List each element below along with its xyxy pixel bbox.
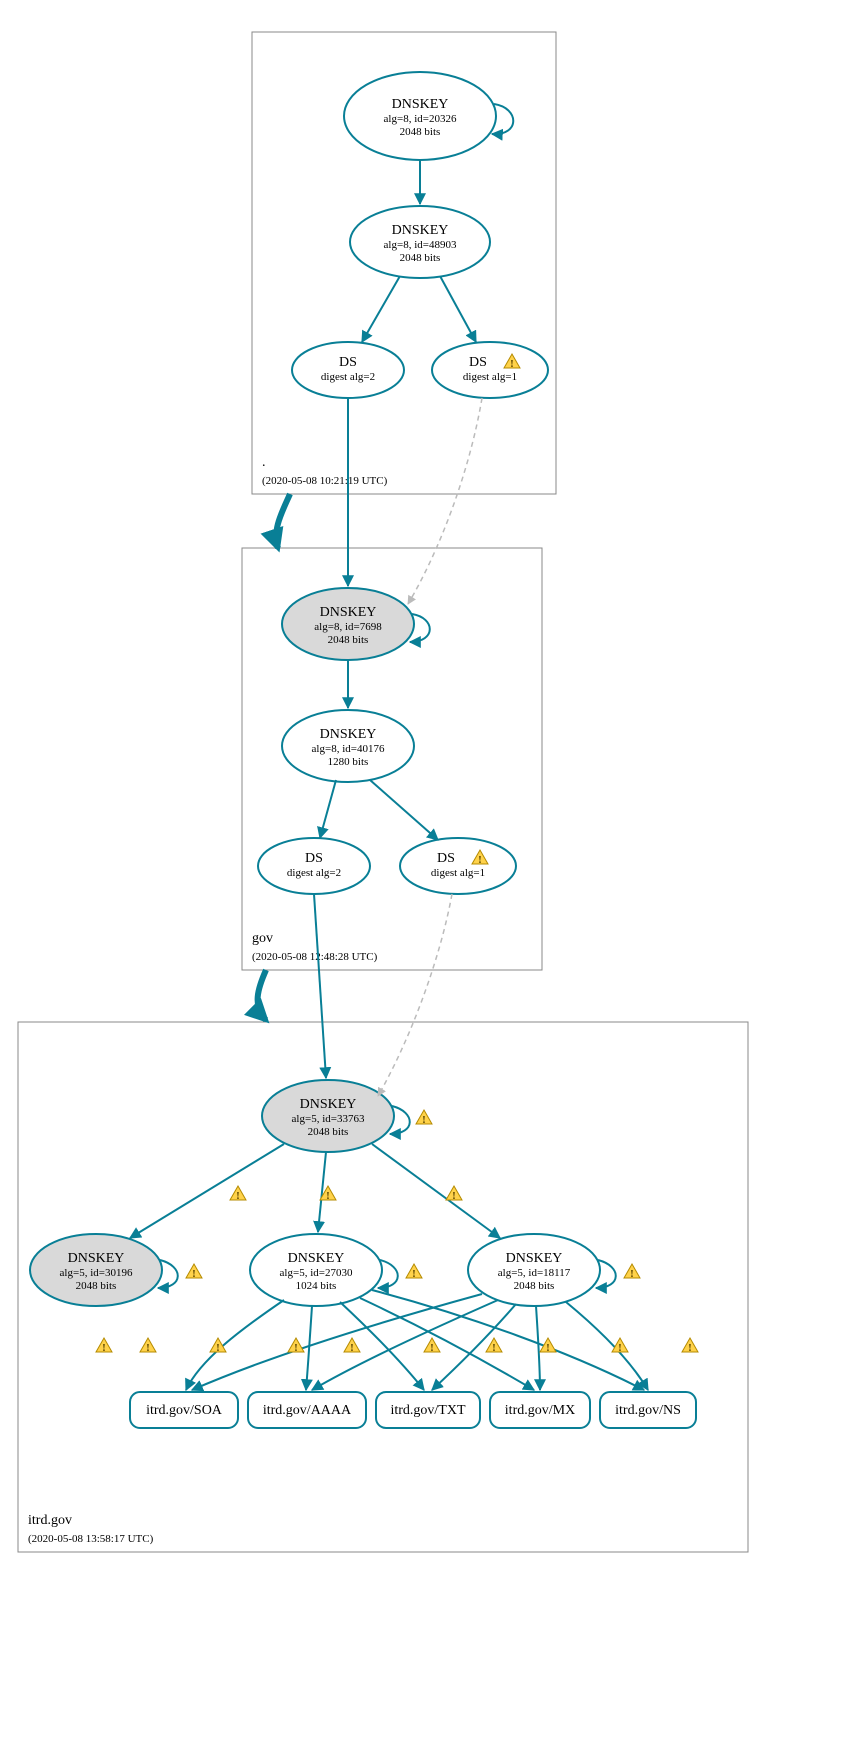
warning-icon — [344, 1338, 360, 1354]
edge-govzsk-ds2 — [320, 780, 336, 838]
zone-root-label: . — [262, 455, 266, 470]
svg-text:itrd.gov/AAAA: itrd.gov/AAAA — [263, 1403, 352, 1418]
node-gov-ksk: DNSKEY alg=8, id=7698 2048 bits — [282, 588, 414, 660]
svg-text:DNSKEY: DNSKEY — [506, 1251, 563, 1266]
svg-text:DS: DS — [469, 355, 487, 370]
svg-text:DNSKEY: DNSKEY — [320, 727, 377, 742]
edge-ksk-k1 — [130, 1144, 284, 1238]
edge-govzsk-ds1 — [370, 780, 438, 840]
edge-k3-ns — [566, 1302, 648, 1390]
zone-itrd-ts: (2020-05-08 13:58:17 UTC) — [28, 1533, 154, 1545]
svg-text:2048 bits: 2048 bits — [76, 1280, 117, 1292]
deleg-root-gov — [276, 494, 290, 548]
svg-text:itrd.gov/TXT: itrd.gov/TXT — [390, 1403, 465, 1418]
edge-govds1-itrdksk-dashed — [378, 894, 452, 1096]
svg-text:2048 bits: 2048 bits — [308, 1126, 349, 1138]
warning-icon — [682, 1338, 698, 1354]
svg-text:DNSKEY: DNSKEY — [68, 1251, 125, 1266]
svg-text:DS: DS — [437, 851, 455, 866]
node-itrd-k1: DNSKEY alg=5, id=30196 2048 bits — [30, 1234, 162, 1306]
svg-text:itrd.gov/SOA: itrd.gov/SOA — [146, 1403, 223, 1418]
edge-ksk-k3 — [372, 1144, 500, 1238]
svg-text:1280 bits: 1280 bits — [328, 756, 369, 768]
svg-text:2048 bits: 2048 bits — [328, 634, 369, 646]
zone-gov-ts: (2020-05-08 12:48:28 UTC) — [252, 951, 378, 963]
svg-text:digest alg=2: digest alg=2 — [321, 371, 375, 383]
svg-text:alg=5, id=30196: alg=5, id=30196 — [60, 1267, 133, 1279]
svg-text:DNSKEY: DNSKEY — [300, 1097, 357, 1112]
svg-text:2048 bits: 2048 bits — [400, 126, 441, 138]
svg-text:DNSKEY: DNSKEY — [392, 97, 449, 112]
warning-icon — [230, 1186, 246, 1202]
deleg-gov-itrd — [258, 970, 266, 1020]
svg-text:alg=5, id=18117: alg=5, id=18117 — [498, 1267, 571, 1279]
node-rr-aaaa: itrd.gov/AAAA — [248, 1392, 366, 1428]
warning-icon — [288, 1338, 304, 1354]
node-rr-soa: itrd.gov/SOA — [130, 1392, 238, 1428]
svg-text:alg=8, id=48903: alg=8, id=48903 — [384, 239, 457, 251]
node-root-ksk: DNSKEY alg=8, id=20326 2048 bits — [344, 72, 496, 160]
svg-text:DS: DS — [339, 355, 357, 370]
zone-root-ts: (2020-05-08 10:21:19 UTC) — [262, 475, 388, 487]
edge-rootzsk-ds1 — [440, 276, 476, 342]
svg-text:alg=8, id=7698: alg=8, id=7698 — [314, 621, 382, 633]
edge-govds2-itrdksk — [314, 894, 326, 1078]
node-gov-ds1: DS digest alg=1 — [400, 838, 516, 894]
zone-gov-label: gov — [252, 931, 273, 946]
svg-text:itrd.gov/MX: itrd.gov/MX — [505, 1403, 575, 1418]
node-rr-ns: itrd.gov/NS — [600, 1392, 696, 1428]
svg-text:digest alg=1: digest alg=1 — [431, 867, 485, 879]
node-root-ds1: DS digest alg=1 — [432, 342, 548, 398]
svg-text:itrd.gov/NS: itrd.gov/NS — [615, 1403, 681, 1418]
edge-k3-aaaa — [312, 1300, 498, 1390]
node-rr-mx: itrd.gov/MX — [490, 1392, 590, 1428]
svg-text:alg=8, id=20326: alg=8, id=20326 — [384, 113, 457, 125]
warning-icon — [140, 1338, 156, 1354]
node-root-zsk: DNSKEY alg=8, id=48903 2048 bits — [350, 206, 490, 278]
warning-icon — [446, 1186, 462, 1202]
warning-icon — [486, 1338, 502, 1354]
edge-k3-txt — [432, 1304, 516, 1390]
svg-text:DNSKEY: DNSKEY — [288, 1251, 345, 1266]
node-root-ds2: DS digest alg=2 — [292, 342, 404, 398]
node-rr-txt: itrd.gov/TXT — [376, 1392, 480, 1428]
node-itrd-k2: DNSKEY alg=5, id=27030 1024 bits — [250, 1234, 382, 1306]
dnssec-graph: ! . (2020-05-08 10:21:19 UTC) DNSKEY alg… — [0, 0, 856, 1762]
svg-text:alg=5, id=33763: alg=5, id=33763 — [292, 1113, 365, 1125]
edge-k2-soa — [186, 1300, 284, 1390]
edge-k2-aaaa — [306, 1306, 312, 1390]
edge-rootzsk-ds2 — [362, 276, 400, 342]
node-gov-zsk: DNSKEY alg=8, id=40176 1280 bits — [282, 710, 414, 782]
warning-icon — [624, 1264, 640, 1280]
svg-text:1024 bits: 1024 bits — [296, 1280, 337, 1292]
svg-text:DNSKEY: DNSKEY — [320, 605, 377, 620]
warning-icon — [186, 1264, 202, 1280]
node-gov-ds2: DS digest alg=2 — [258, 838, 370, 894]
svg-text:2048 bits: 2048 bits — [514, 1280, 555, 1292]
node-itrd-k3: DNSKEY alg=5, id=18117 2048 bits — [468, 1234, 600, 1306]
svg-text:DS: DS — [305, 851, 323, 866]
edge-ds1-govksk-dashed — [408, 398, 482, 604]
node-itrd-ksk: DNSKEY alg=5, id=33763 2048 bits — [262, 1080, 394, 1152]
warning-icon — [416, 1110, 432, 1126]
svg-text:2048 bits: 2048 bits — [400, 252, 441, 264]
warning-icon — [96, 1338, 112, 1354]
warning-icon — [406, 1264, 422, 1280]
svg-text:alg=8, id=40176: alg=8, id=40176 — [312, 743, 385, 755]
svg-text:digest alg=2: digest alg=2 — [287, 867, 341, 879]
edge-k3-mx — [536, 1306, 540, 1390]
zone-itrd-label: itrd.gov — [28, 1513, 72, 1528]
svg-text:DNSKEY: DNSKEY — [392, 223, 449, 238]
warning-icon — [424, 1338, 440, 1354]
svg-text:digest alg=1: digest alg=1 — [463, 371, 517, 383]
svg-text:alg=5, id=27030: alg=5, id=27030 — [280, 1267, 353, 1279]
